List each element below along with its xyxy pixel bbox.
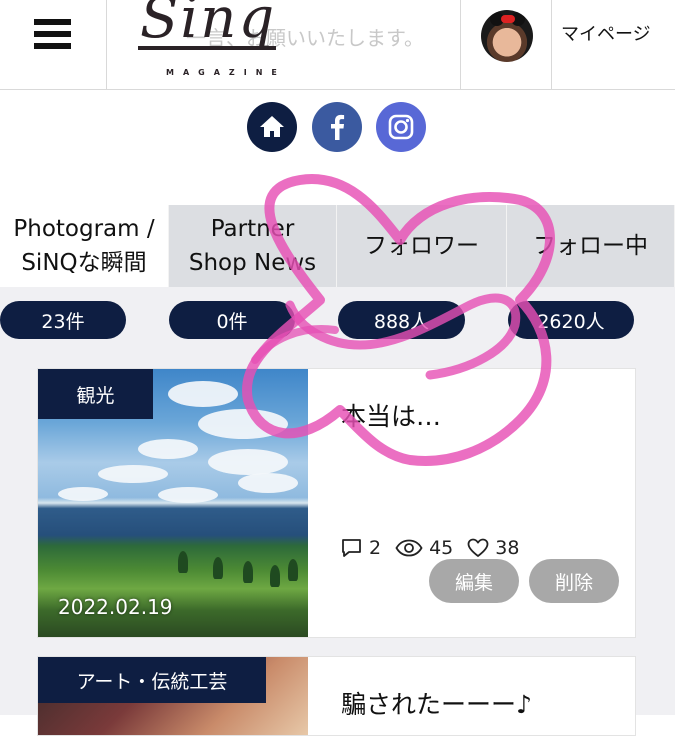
tab-photogram[interactable]: Photogram / SiNQな瞬間	[0, 205, 169, 287]
post-title[interactable]: 本当は…	[341, 397, 441, 433]
avatar-cell[interactable]	[460, 0, 552, 89]
post-thumbnail[interactable]: アート・伝統工芸	[38, 657, 308, 735]
category-badge: 観光	[38, 369, 153, 419]
post-card[interactable]: アート・伝統工芸 騙されたーーー♪	[37, 656, 636, 736]
comment-stat: 2	[341, 537, 381, 559]
like-stat: 38	[467, 537, 519, 559]
comment-icon	[342, 539, 361, 557]
view-count: 45	[429, 537, 454, 559]
post-thumbnail[interactable]: 観光 2022.02.19	[38, 369, 308, 637]
logo-wordmark: Sinq	[140, 0, 277, 51]
hamburger-menu-icon[interactable]	[0, 0, 107, 89]
tab-partner-shop-news[interactable]: Partner Shop News	[169, 205, 337, 287]
count-badge-following[interactable]: 2620人	[508, 301, 634, 339]
count-badge-followers[interactable]: 888人	[338, 301, 465, 339]
user-avatar[interactable]	[481, 10, 533, 62]
mypage-link[interactable]: マイページ	[561, 20, 651, 46]
count-badge-photogram[interactable]: 23件	[0, 301, 126, 339]
facebook-icon[interactable]	[312, 102, 362, 152]
logo-subtitle: MAGAZINE	[166, 68, 286, 77]
comment-count: 2	[369, 537, 382, 559]
logo-underline	[138, 46, 276, 50]
category-badge: アート・伝統工芸	[38, 657, 266, 703]
home-icon[interactable]	[247, 102, 297, 152]
post-stats: 2 45 38	[341, 537, 533, 559]
site-header: 一言、お願いいたします。 Sinq MAGAZINE マイページ	[0, 0, 675, 90]
heart-icon	[467, 538, 489, 557]
eye-icon	[395, 539, 423, 557]
like-count: 38	[495, 537, 520, 559]
site-logo[interactable]: 一言、お願いいたします。 Sinq MAGAZINE	[108, 0, 460, 89]
post-date: 2022.02.19	[58, 595, 173, 619]
edit-button[interactable]: 編集	[429, 559, 519, 603]
profile-tabs: Photogram / SiNQな瞬間 Partner Shop News フォ…	[0, 205, 675, 287]
view-stat: 45	[395, 537, 453, 559]
tab-following[interactable]: フォロー中	[507, 205, 675, 287]
post-title[interactable]: 騙されたーーー♪	[341, 685, 532, 721]
instagram-icon[interactable]	[376, 102, 426, 152]
post-card[interactable]: 観光 2022.02.19 本当は… 2 45 38 編集 削除	[37, 368, 636, 638]
count-badge-partner-shop-news[interactable]: 0件	[169, 301, 295, 339]
tab-followers[interactable]: フォロワー	[337, 205, 507, 287]
delete-button[interactable]: 削除	[529, 559, 619, 603]
